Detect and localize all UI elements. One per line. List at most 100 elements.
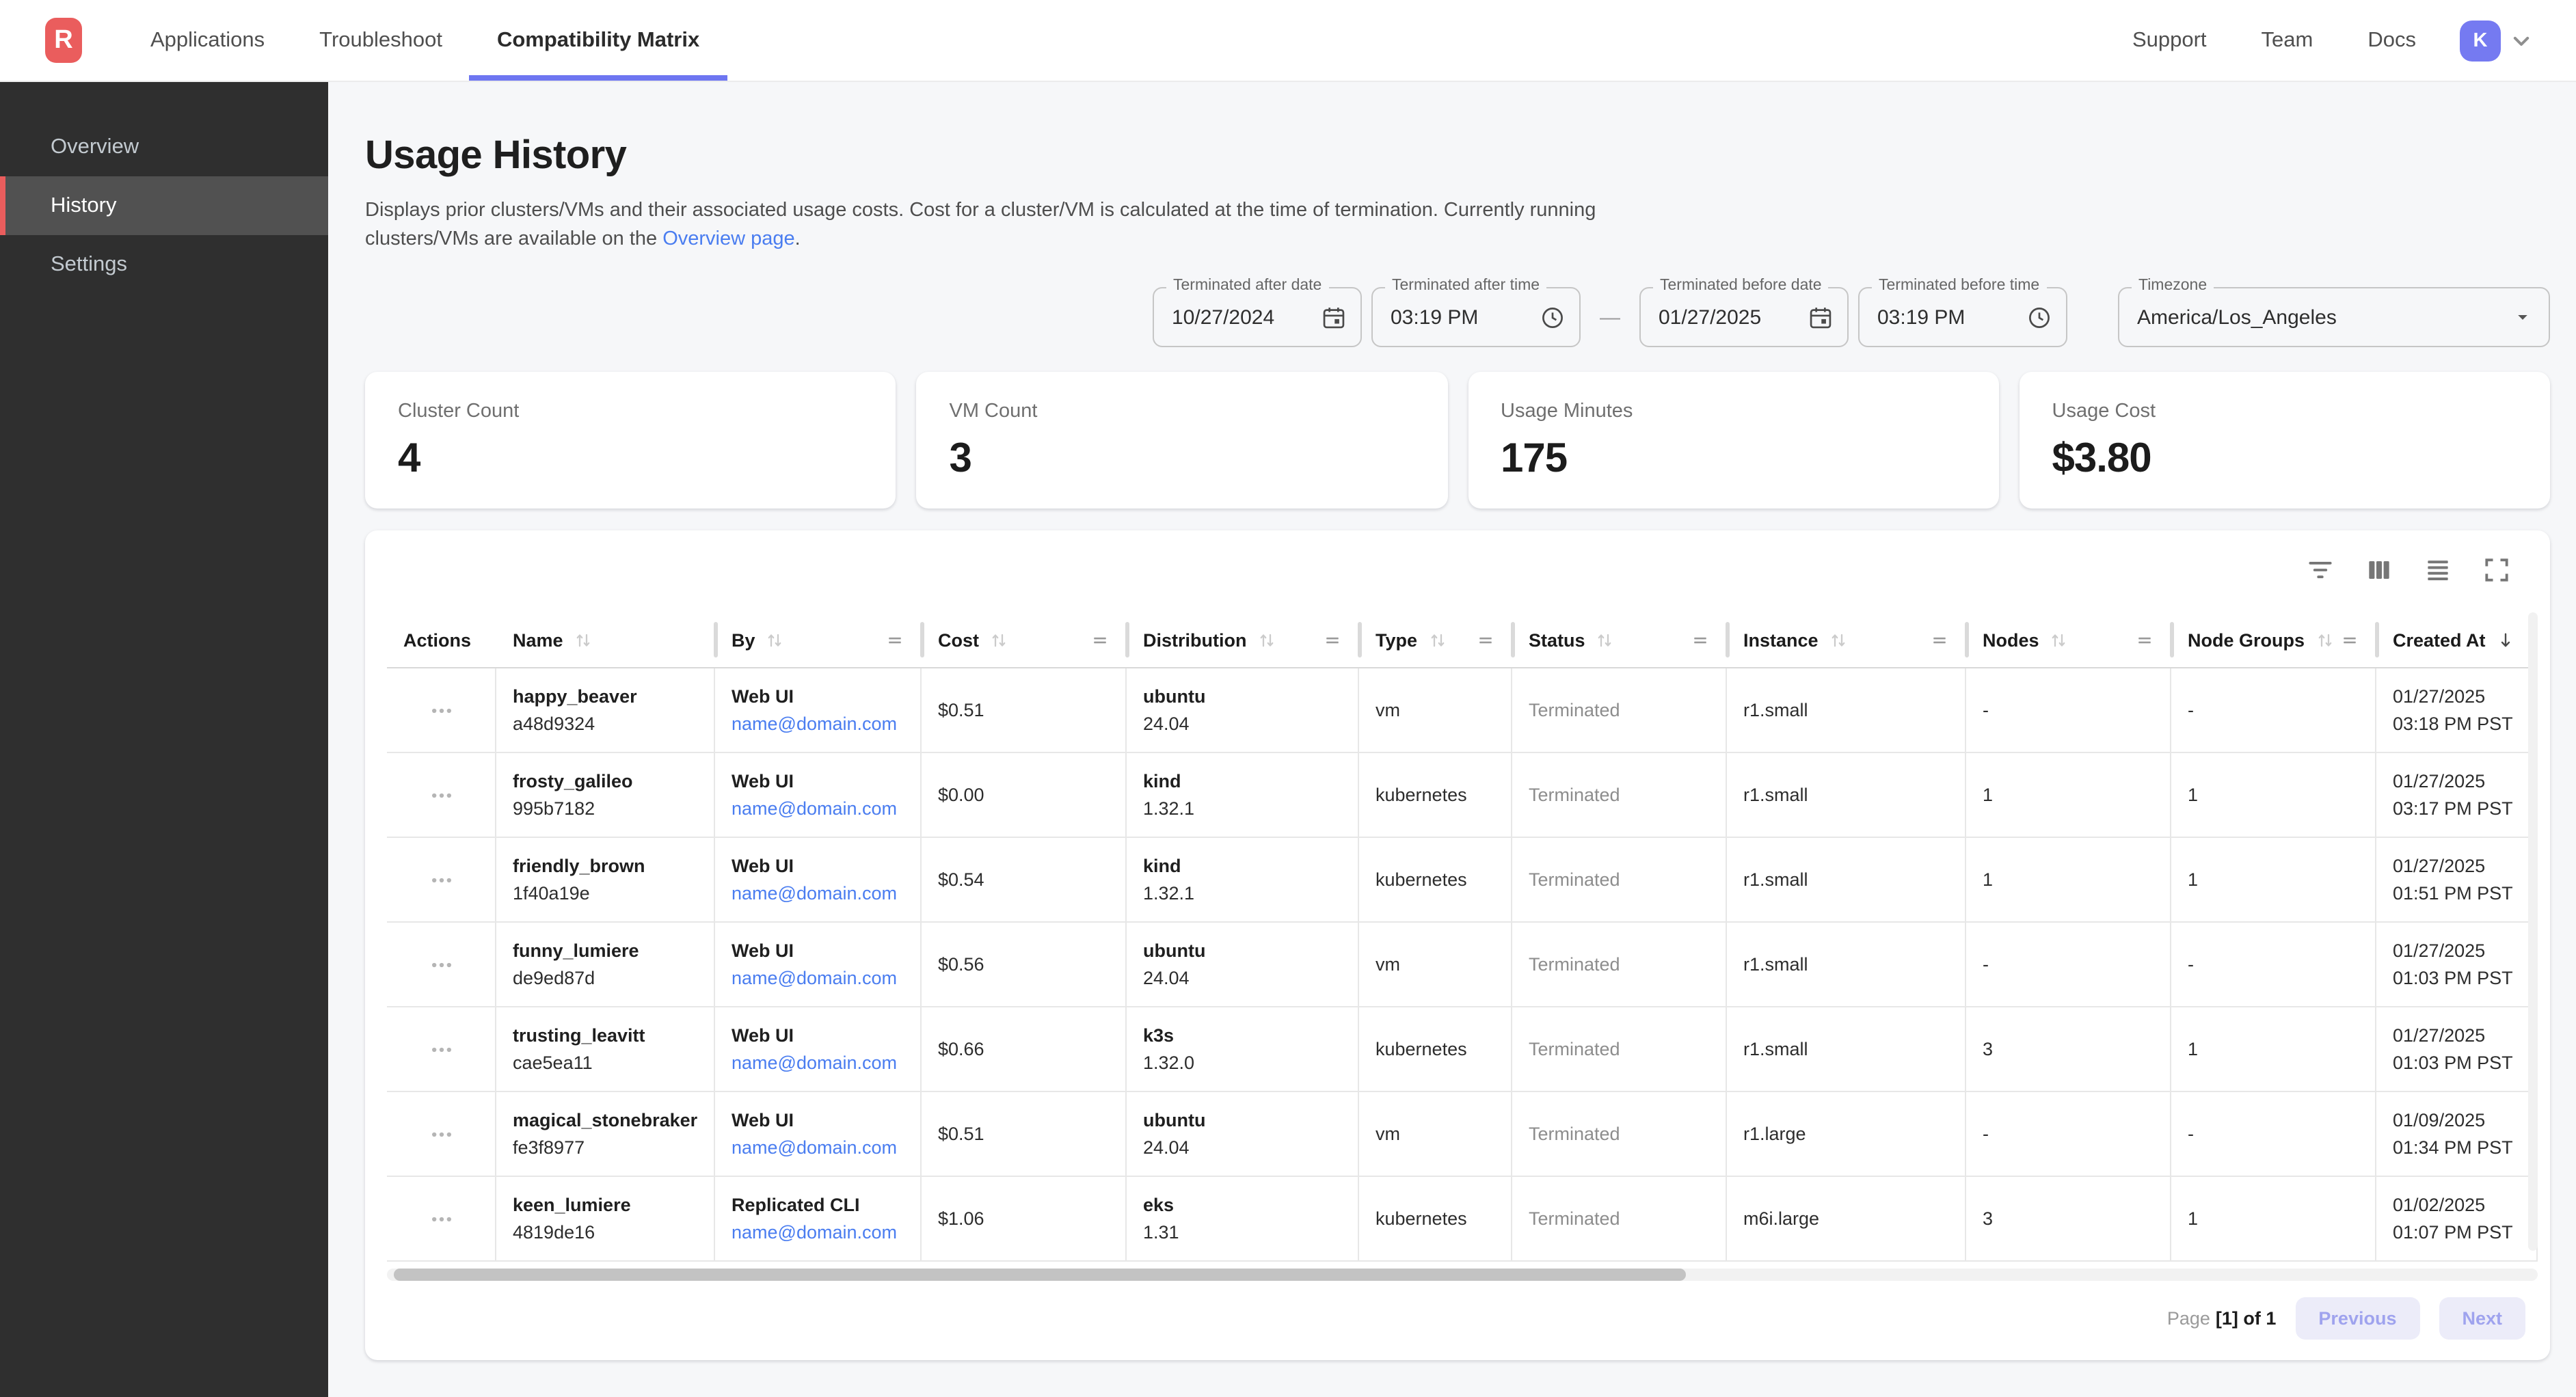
distribution-version: 1.32.1 — [1143, 798, 1341, 819]
filter-field-terminated-before-date[interactable]: Terminated before date01/27/2025 — [1639, 287, 1849, 347]
created-by-email[interactable]: name@domain.com — [732, 1053, 904, 1073]
previous-page-button[interactable]: Previous — [2295, 1297, 2419, 1340]
cost-value: $0.56 — [938, 954, 1109, 975]
cell-actions[interactable] — [387, 838, 496, 921]
sidebar-item-overview[interactable]: Overview — [0, 118, 328, 176]
column-header-nodes[interactable]: Nodes — [1966, 612, 2171, 667]
cell-actions[interactable] — [387, 1177, 496, 1260]
column-header-label: Actions — [403, 629, 471, 650]
column-header-node-groups[interactable]: Node Groups — [2171, 612, 2376, 667]
cell-cost: $0.00 — [922, 753, 1127, 837]
nodes-value: 1 — [1983, 869, 2154, 890]
type-value: kubernetes — [1376, 869, 1494, 890]
avatar[interactable]: K — [2460, 20, 2501, 61]
column-menu-icon[interactable] — [885, 629, 905, 650]
sort-icon — [573, 629, 593, 650]
column-header-type[interactable]: Type — [1359, 612, 1512, 667]
created-by-email[interactable]: name@domain.com — [732, 1222, 904, 1243]
filter-field-terminated-after-time[interactable]: Terminated after time03:19 PM — [1371, 287, 1581, 347]
fullscreen-button[interactable] — [2479, 552, 2514, 588]
nav-link-docs[interactable]: Docs — [2340, 28, 2443, 53]
column-menu-icon[interactable] — [1690, 629, 1710, 650]
distribution-name: eks — [1143, 1195, 1341, 1215]
sort-descending-icon — [2495, 629, 2516, 650]
created-date: 01/27/2025 — [2393, 771, 2520, 791]
created-by-email[interactable]: name@domain.com — [732, 968, 904, 988]
calendar-icon[interactable] — [1808, 304, 1834, 330]
sidebar-item-history[interactable]: History — [0, 176, 328, 235]
cell-name: magical_stonebrakerfe3f8977 — [496, 1092, 715, 1176]
tab-troubleshoot[interactable]: Troubleshoot — [292, 0, 470, 81]
filter-field-timezone[interactable]: TimezoneAmerica/Los_Angeles — [2118, 287, 2550, 347]
created-by-email[interactable]: name@domain.com — [732, 714, 904, 734]
column-menu-icon[interactable] — [1929, 629, 1950, 650]
cell-created-at: 01/27/202501:03 PM PST — [2376, 1007, 2538, 1091]
cell-name: funny_lumierede9ed87d — [496, 923, 715, 1006]
cell-actions[interactable] — [387, 1092, 496, 1176]
caret-icon[interactable] — [2510, 305, 2535, 329]
column-menu-icon[interactable] — [1090, 629, 1110, 650]
column-header-instance[interactable]: Instance — [1727, 612, 1966, 667]
horizontal-scrollbar-thumb[interactable] — [394, 1269, 1686, 1281]
column-menu-icon[interactable] — [2134, 629, 2155, 650]
column-header-status[interactable]: Status — [1512, 612, 1727, 667]
created-by-email[interactable]: name@domain.com — [732, 883, 904, 904]
clock-icon[interactable] — [1540, 304, 1566, 330]
filter-field-terminated-before-time[interactable]: Terminated before time03:19 PM — [1858, 287, 2067, 347]
column-header-by[interactable]: By — [715, 612, 922, 667]
column-header-cost[interactable]: Cost — [922, 612, 1127, 667]
cell-actions[interactable] — [387, 1007, 496, 1091]
clock-icon[interactable] — [2026, 304, 2052, 330]
next-page-button[interactable]: Next — [2439, 1297, 2525, 1340]
stat-card-cluster-count: Cluster Count4 — [365, 372, 896, 508]
node-groups-value: 1 — [2188, 1208, 2359, 1229]
filter-button[interactable] — [2303, 552, 2338, 588]
vertical-scrollbar[interactable] — [2528, 612, 2538, 1251]
cell-by: Web UIname@domain.com — [715, 838, 922, 921]
cell-actions[interactable] — [387, 923, 496, 1006]
row-actions-icon — [427, 1205, 455, 1232]
nav-link-support[interactable]: Support — [2105, 28, 2234, 53]
created-date: 01/27/2025 — [2393, 940, 2520, 961]
cell-name: keen_lumiere4819de16 — [496, 1177, 715, 1260]
cell-created-at: 01/27/202503:17 PM PST — [2376, 753, 2538, 837]
column-header-distribution[interactable]: Distribution — [1127, 612, 1359, 667]
distribution-name: ubuntu — [1143, 686, 1341, 707]
cost-value: $0.00 — [938, 785, 1109, 805]
created-by-email[interactable]: name@domain.com — [732, 1137, 904, 1158]
cell-nodes: - — [1966, 1092, 2171, 1176]
type-value: kubernetes — [1376, 785, 1494, 805]
page-indicator: Page[1] of 1 — [2167, 1308, 2277, 1329]
column-menu-icon[interactable] — [1322, 629, 1343, 650]
sidebar-item-settings[interactable]: Settings — [0, 235, 328, 294]
cell-actions[interactable] — [387, 668, 496, 752]
nav-link-team[interactable]: Team — [2234, 28, 2341, 53]
column-menu-icon[interactable] — [1475, 629, 1496, 650]
cluster-id: 995b7182 — [513, 798, 697, 819]
app-logo[interactable]: R — [45, 18, 82, 63]
table-header-row: Actions NameByCostDistributionTypeStatusI… — [387, 612, 2538, 668]
chevron-down-icon[interactable] — [2508, 27, 2535, 54]
distribution-version: 1.32.1 — [1143, 883, 1341, 904]
filter-field-terminated-after-date[interactable]: Terminated after date10/27/2024 — [1153, 287, 1362, 347]
cell-actions[interactable] — [387, 753, 496, 837]
column-header-name[interactable]: Name — [496, 612, 715, 667]
cell-status: Terminated — [1512, 668, 1727, 752]
columns-button[interactable] — [2361, 552, 2397, 588]
table-toolbar — [387, 552, 2528, 588]
cell-type: kubernetes — [1359, 753, 1512, 837]
created-by-email[interactable]: name@domain.com — [732, 798, 904, 819]
horizontal-scrollbar[interactable] — [387, 1269, 2538, 1281]
calendar-icon[interactable] — [1321, 304, 1347, 330]
cell-by: Web UIname@domain.com — [715, 753, 922, 837]
instance-value: r1.small — [1743, 700, 1948, 720]
column-menu-icon[interactable] — [2339, 629, 2360, 650]
tab-applications[interactable]: Applications — [123, 0, 292, 81]
cluster-id: de9ed87d — [513, 968, 697, 988]
column-header-created-at[interactable]: Created At — [2376, 612, 2538, 667]
tab-compatibility-matrix[interactable]: Compatibility Matrix — [470, 0, 727, 81]
created-date: 01/02/2025 — [2393, 1195, 2520, 1215]
density-button[interactable] — [2420, 552, 2456, 588]
cost-value: $0.51 — [938, 700, 1109, 720]
overview-page-link[interactable]: Overview page — [662, 228, 794, 250]
